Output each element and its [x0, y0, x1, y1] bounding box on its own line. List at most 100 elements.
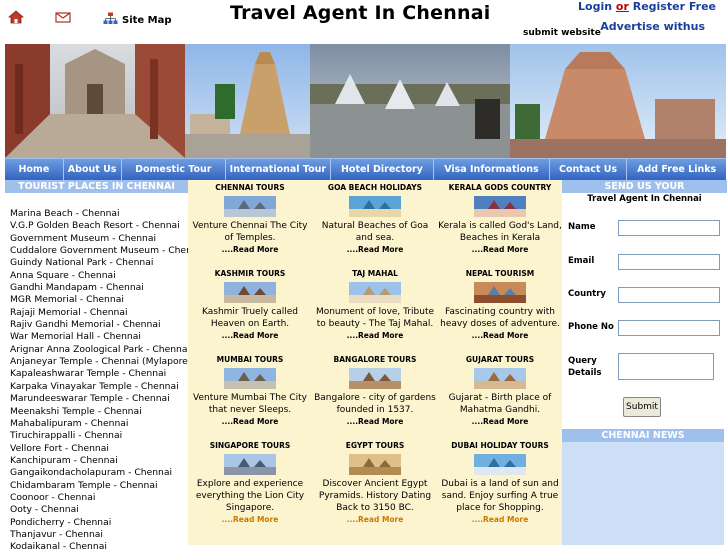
- read-more-link[interactable]: ....Read More: [188, 245, 312, 254]
- email-field[interactable]: [618, 254, 720, 270]
- read-more-link[interactable]: ....Read More: [438, 331, 562, 340]
- tourist-place-link[interactable]: Anjaneyar Temple - Chennai (Mylapore): [10, 356, 191, 368]
- submit-button[interactable]: Submit: [623, 397, 661, 417]
- read-more-link[interactable]: ....Read More: [438, 417, 562, 426]
- tour-title[interactable]: DUBAI HOLIDAY TOURS: [438, 440, 562, 452]
- query-label: Query Details: [568, 356, 602, 378]
- tour-title[interactable]: EGYPT TOURS: [313, 440, 437, 452]
- tour-title[interactable]: NEPAL TOURISM: [438, 268, 562, 280]
- tourist-places-heading: TOURIST PLACES IN CHENNAI: [5, 180, 188, 193]
- tourist-place-link[interactable]: Rajiv Gandhi Memorial - Chennai: [10, 319, 188, 331]
- read-more-link[interactable]: ....Read More: [438, 515, 562, 524]
- kashmir-tour-image[interactable]: [224, 282, 276, 303]
- gujarat-tour-image[interactable]: [474, 368, 526, 389]
- read-more-link[interactable]: ....Read More: [188, 331, 312, 340]
- main-navbar: Home About Us Domestic Tour Internationa…: [5, 158, 726, 181]
- read-more-link[interactable]: ....Read More: [188, 515, 312, 524]
- register-link[interactable]: Register Free: [633, 0, 716, 13]
- tourist-place-link[interactable]: Marundeeswarar Temple - Chennai: [10, 393, 188, 405]
- tour-card: EGYPT TOURS Discover Ancient Egypt Pyrami…: [313, 440, 437, 524]
- tour-card: BANGALORE TOURS Bangalore - city of garde…: [313, 354, 437, 426]
- read-more-link[interactable]: ....Read More: [313, 245, 437, 254]
- tourist-place-link[interactable]: Marina Beach - Chennai: [10, 208, 188, 220]
- nav-hotel-directory[interactable]: Hotel Directory: [331, 159, 435, 181]
- read-more-link[interactable]: ....Read More: [313, 417, 437, 426]
- chennai-news-heading: CHENNAI NEWS: [562, 429, 724, 442]
- mail-icon[interactable]: [55, 10, 71, 27]
- phone-label: Phone No: [568, 322, 614, 332]
- tour-title[interactable]: MUMBAI TOURS: [188, 354, 312, 366]
- tourist-place-link[interactable]: War Memorial Hall - Chennai: [10, 331, 188, 343]
- bangalore-tour-image[interactable]: [349, 368, 401, 389]
- nepal-tour-image[interactable]: [474, 282, 526, 303]
- nav-visa-informations[interactable]: Visa Informations: [434, 159, 550, 181]
- taj-mahal-image[interactable]: [349, 282, 401, 303]
- tourist-place-link[interactable]: Tiruchirappalli - Chennai: [10, 430, 188, 442]
- nav-about-us[interactable]: About Us: [64, 159, 122, 181]
- tourist-place-link[interactable]: Cuddalore Government Museum - Chennai: [10, 245, 206, 257]
- tourist-place-link[interactable]: Kanchipuram - Chennai: [10, 455, 188, 467]
- tour-title[interactable]: CHENNAI TOURS: [188, 182, 312, 194]
- phone-field[interactable]: [618, 320, 720, 336]
- tourist-place-link[interactable]: Chidambaram Temple - Chennai: [10, 480, 188, 492]
- goa-tour-image[interactable]: [349, 196, 401, 217]
- tourist-place-link[interactable]: Arignar Anna Zoological Park - Chennai: [10, 344, 190, 356]
- advertise-link[interactable]: Advertise withus: [600, 20, 705, 33]
- country-field[interactable]: [618, 287, 720, 303]
- egypt-tour-image[interactable]: [349, 454, 401, 475]
- home-icon[interactable]: [7, 10, 25, 27]
- tourist-place-link[interactable]: Rajaji Memorial - Chennai: [10, 307, 188, 319]
- tour-card: SINGAPORE TOURS Explore and experience ev…: [188, 440, 312, 524]
- read-more-link[interactable]: ....Read More: [313, 331, 437, 340]
- tourist-place-link[interactable]: Ooty - Chennai: [10, 504, 188, 516]
- tourist-place-link[interactable]: Coonoor - Chennai: [10, 492, 188, 504]
- nav-add-free-links[interactable]: Add Free Links: [627, 159, 726, 181]
- dubai-tour-image[interactable]: [474, 454, 526, 475]
- read-more-link[interactable]: ....Read More: [188, 417, 312, 426]
- nav-international-tour[interactable]: International Tour: [226, 159, 331, 181]
- tour-description: Venture Chennai The City of Temples.: [192, 221, 308, 243]
- tourist-place-link[interactable]: Gangaikondacholapuram - Chennai: [10, 467, 188, 479]
- nav-contact-us[interactable]: Contact Us: [550, 159, 628, 181]
- tour-card: TAJ MAHAL Monument of love, Tribute to be…: [313, 268, 437, 340]
- nav-home[interactable]: Home: [5, 159, 64, 181]
- tour-title[interactable]: SINGAPORE TOURS: [188, 440, 312, 452]
- tourist-place-link[interactable]: Anna Square - Chennai: [10, 270, 188, 282]
- tour-card: DUBAI HOLIDAY TOURS Dubai is a land of su…: [438, 440, 562, 524]
- chennai-tour-image[interactable]: [224, 196, 276, 217]
- read-more-link[interactable]: ....Read More: [438, 245, 562, 254]
- tourist-place-link[interactable]: Government Museum - Chennai: [10, 233, 188, 245]
- tour-title[interactable]: GUJARAT TOURS: [438, 354, 562, 366]
- singapore-tour-image[interactable]: [224, 454, 276, 475]
- tourist-place-link[interactable]: Meenakshi Temple - Chennai: [10, 406, 188, 418]
- tourist-place-link[interactable]: Kapaleashwarar Temple - Chennai: [10, 368, 188, 380]
- login-link[interactable]: Login: [578, 0, 612, 13]
- tour-title[interactable]: TAJ MAHAL: [313, 268, 437, 280]
- nav-domestic-tour[interactable]: Domestic Tour: [122, 159, 227, 181]
- kerala-tour-image[interactable]: [474, 196, 526, 217]
- tourist-place-link[interactable]: Vellore Fort - Chennai: [10, 443, 188, 455]
- tourist-place-link[interactable]: Mahabalipuram - Chennai: [10, 418, 188, 430]
- tour-title[interactable]: KERALA GODS COUNTRY: [438, 182, 562, 194]
- tourist-place-link[interactable]: Gandhi Mandapam - Chennai: [10, 282, 188, 294]
- tour-title[interactable]: BANGALORE TOURS: [313, 354, 437, 366]
- tour-card: NEPAL TOURISM Fascinating country with he…: [438, 268, 562, 340]
- name-field[interactable]: [618, 220, 720, 236]
- tour-description: Explore and experience everything the Li…: [195, 479, 305, 513]
- tour-card: MUMBAI TOURS Venture Mumbai The City that…: [188, 354, 312, 426]
- chennai-news-panel: [562, 442, 724, 545]
- tourist-place-link[interactable]: V.G.P Golden Beach Resort - Chennai: [10, 220, 188, 232]
- tourist-place-link[interactable]: Guindy National Park - Chennai: [10, 257, 188, 269]
- tourist-place-link[interactable]: Pondicherry - Chennai: [10, 517, 188, 529]
- sitemap-link[interactable]: Site Map: [103, 12, 172, 28]
- query-textarea[interactable]: [618, 353, 714, 380]
- tourist-place-link[interactable]: MGR Memorial - Chennai: [10, 294, 188, 306]
- tourist-place-link[interactable]: Thanjavur - Chennai: [10, 529, 188, 541]
- tour-title[interactable]: KASHMIR TOURS: [188, 268, 312, 280]
- tourist-place-link[interactable]: Kodaikanal - Chennai: [10, 541, 188, 553]
- submit-website-link[interactable]: submit website: [523, 28, 601, 38]
- read-more-link[interactable]: ....Read More: [313, 515, 437, 524]
- mumbai-tour-image[interactable]: [224, 368, 276, 389]
- tourist-place-link[interactable]: Karpaka Vinayakar Temple - Chennai: [10, 381, 188, 393]
- tour-title[interactable]: GOA BEACH HOLIDAYS: [313, 182, 437, 194]
